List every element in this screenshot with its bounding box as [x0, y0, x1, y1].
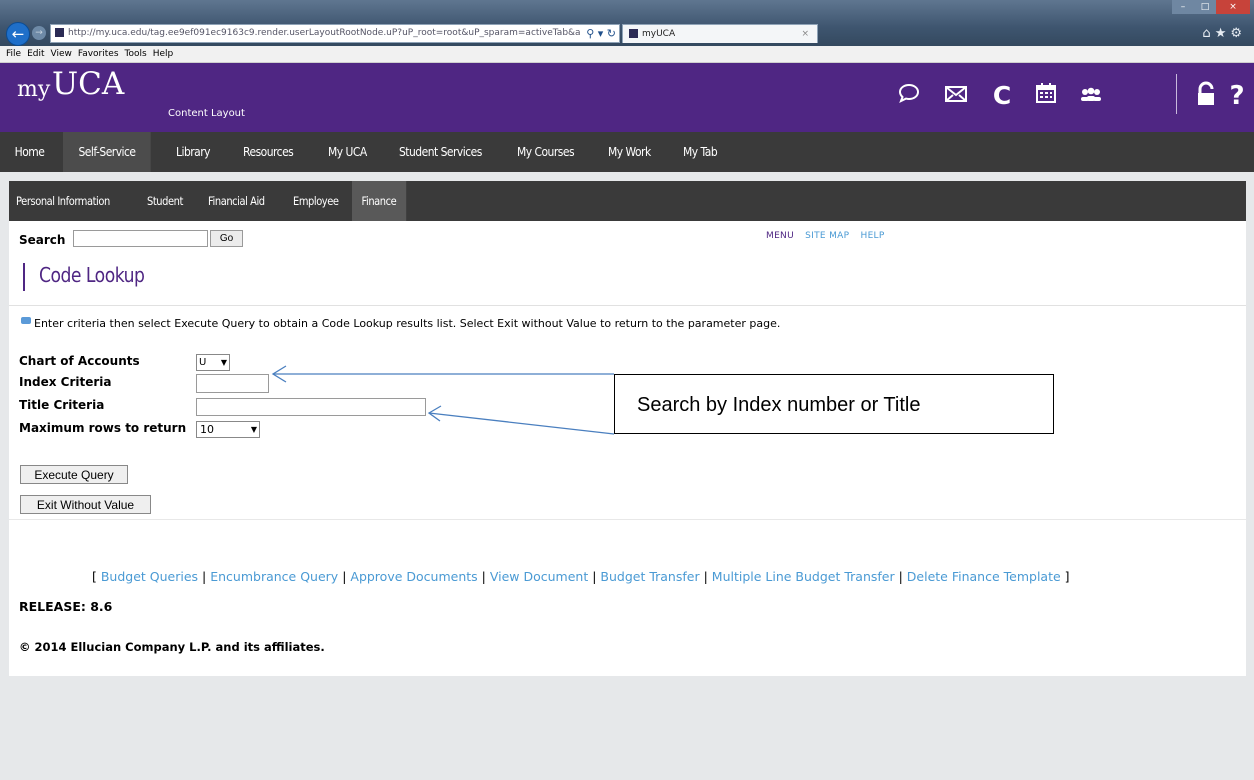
- arrow-to-title-criteria: [428, 412, 615, 435]
- annotation-arrows: [271, 365, 615, 435]
